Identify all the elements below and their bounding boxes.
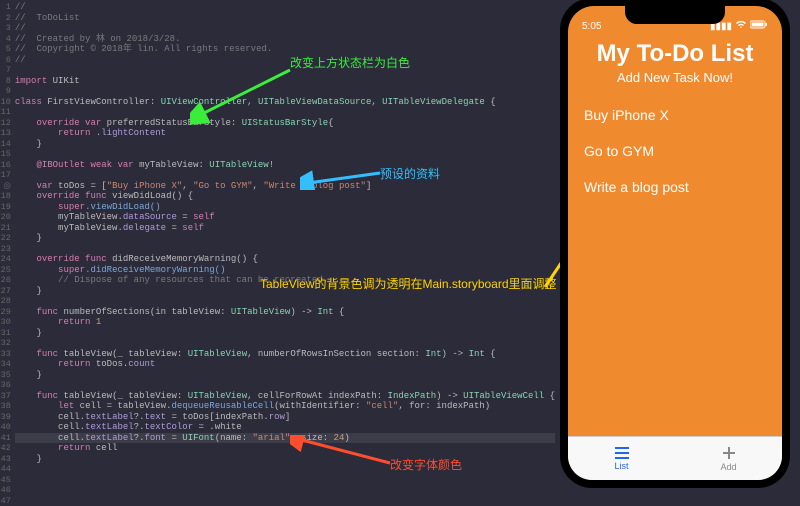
list-item[interactable]: Go to GYM	[584, 133, 766, 169]
tab-add[interactable]: Add	[675, 437, 782, 480]
app-header: My To-Do List Add New Task Now!	[568, 34, 782, 95]
app-title: My To-Do List	[568, 40, 782, 68]
status-time: 5:05	[582, 21, 601, 32]
code-editor[interactable]: 1234567891011121314151617◎18192021222324…	[0, 0, 555, 500]
list-item[interactable]: Buy iPhone X	[584, 97, 766, 133]
plus-icon	[721, 445, 737, 461]
tab-label: Add	[720, 462, 736, 472]
list-item[interactable]: Write a blog post	[584, 169, 766, 205]
todo-list[interactable]: Buy iPhone X Go to GYM Write a blog post	[568, 95, 782, 436]
current-line: cell.textLabel?.font = UIFont(name: "ari…	[15, 433, 555, 444]
phone-screen[interactable]: 5:05 ▮▮▮▮ My To-Do List Add New Task Now…	[568, 6, 782, 480]
app-subtitle: Add New Task Now!	[568, 70, 782, 85]
battery-icon	[750, 20, 768, 32]
code-area[interactable]: // // ToDoList // // Created by 林 on 201…	[15, 0, 555, 500]
wifi-icon	[735, 20, 747, 32]
phone-notch	[625, 6, 725, 24]
line-gutter: 1234567891011121314151617◎18192021222324…	[0, 0, 15, 500]
tab-list[interactable]: List	[568, 437, 675, 480]
list-icon	[613, 446, 631, 460]
tab-label: List	[614, 461, 628, 471]
iphone-simulator: 5:05 ▮▮▮▮ My To-Do List Add New Task Now…	[560, 0, 790, 488]
tab-bar: List Add	[568, 436, 782, 480]
